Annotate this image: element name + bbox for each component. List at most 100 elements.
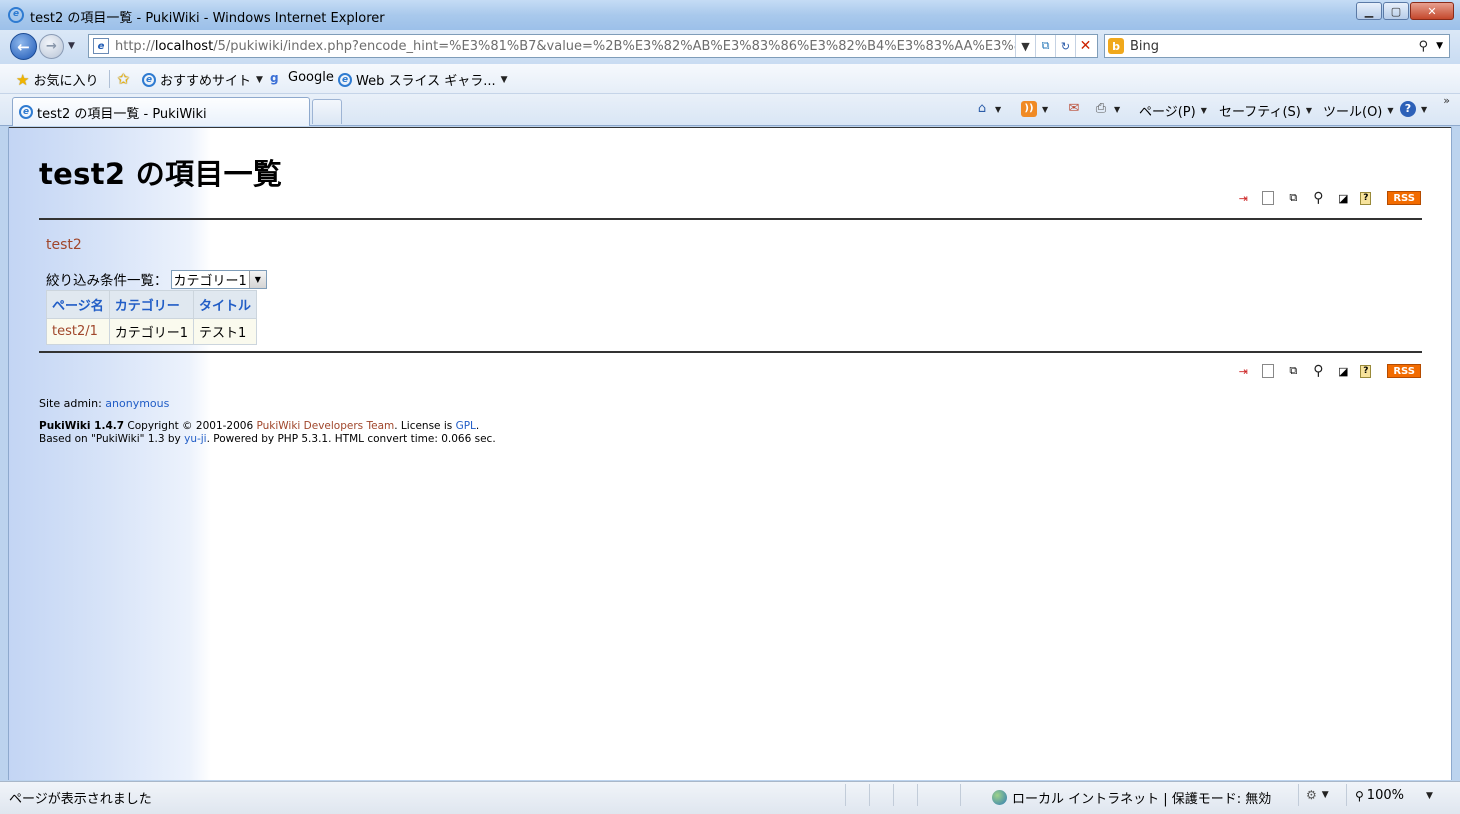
mail-button[interactable]: ✉ [1066,101,1082,117]
help-icon[interactable]: ? [1360,191,1372,205]
safety-menu-label: セーフティ(S) [1219,105,1301,120]
status-text: ページが表示されました [9,792,152,807]
favorite-item-google[interactable]: g Google [270,70,334,85]
table-row: test2/1 カテゴリー1 テスト1 [47,319,257,344]
feeds-button[interactable]: )) ▼ [1021,101,1048,117]
site-admin-link[interactable]: anonymous [105,397,169,410]
page-icon: e [93,38,109,54]
tools-menu[interactable]: ツール(O) ▼ [1323,101,1394,120]
cell-page-name: test2/1 [47,319,109,344]
favorites-button[interactable]: ★ お気に入り [16,70,98,90]
add-favorite-button[interactable]: ✩ [117,70,134,88]
dropdown-arrow-icon[interactable]: ▼ [1114,105,1120,114]
rss-icon[interactable]: RSS [1387,364,1421,378]
tab-current[interactable]: e test2 の項目一覧 - PukiWiki [12,97,310,126]
mail-icon: ✉ [1068,101,1080,116]
copyright-text: Copyright © 2001-2006 [124,420,257,432]
page-menu[interactable]: ページ(P) ▼ [1139,101,1207,120]
dropdown-arrow-icon[interactable]: ▼ [1042,105,1048,114]
search-box[interactable]: b Bing ⚲ ▼ [1104,34,1450,58]
page-title: test2 の項目一覧 [39,157,283,191]
help-icon: ? [1400,101,1416,117]
author-link[interactable]: yu-ji [184,433,207,445]
add-favorite-star-icon: ✩ [117,70,130,88]
page-link[interactable]: test2/1 [52,324,98,339]
refresh-icon[interactable]: ↻ [1055,35,1075,57]
table-header-row: ページ名 カテゴリー タイトル [47,291,257,318]
intranet-globe-icon [992,790,1007,805]
recent-changes-icon[interactable]: ◪ [1335,363,1351,379]
list-all-icon[interactable]: ⧉ [1285,190,1301,206]
cell-title: テスト1 [194,319,257,344]
help-menu[interactable]: ? ▼ [1400,101,1427,117]
home-button[interactable]: ⌂ ▼ [974,101,1001,117]
close-button[interactable]: ✕ [1410,2,1454,20]
window-controls: ▁ ▢ ✕ [1355,2,1454,20]
column-header-category[interactable]: カテゴリー [109,291,194,318]
status-divider [869,784,870,806]
compatibility-view-icon[interactable]: ⧉ [1035,35,1055,57]
favorite-item-label: Google [288,70,334,85]
list-all-icon[interactable]: ⧉ [1285,363,1301,379]
print-button[interactable]: ⎙ ▼ [1093,101,1120,117]
column-header-title[interactable]: タイトル [194,291,257,318]
zoom-level: 100% [1366,788,1404,803]
back-button[interactable]: ← [10,33,37,60]
url-field[interactable]: http://localhost/5/pukiwiki/index.php?en… [115,39,1015,54]
search-input[interactable]: Bing [1130,39,1419,54]
filter-row: 絞り込み条件一覧： カテゴリー1 ▼ [46,269,267,289]
search-options-dropdown-icon[interactable]: ▼ [1436,41,1443,51]
rss-icon[interactable]: RSS [1387,191,1421,205]
ie-logo-icon: e [8,7,24,23]
favorite-item-web-slice[interactable]: e Web スライス ギャラ... ▼ [338,70,508,89]
cell-category: カテゴリー1 [109,319,194,344]
help-icon[interactable]: ? [1360,364,1372,378]
search-icon[interactable]: ⚲ [1310,190,1326,206]
status-divider [893,784,894,806]
google-icon: g [270,70,279,85]
search-icon[interactable]: ⚲ [1419,39,1429,54]
site-admin: Site admin: anonymous [39,397,169,410]
recent-changes-icon[interactable]: ◪ [1335,190,1351,206]
gpl-link[interactable]: GPL [456,420,476,432]
favorites-bar: ★ お気に入り ✩ e おすすめサイト ▼ g Google e Web スライ… [0,64,1460,94]
tools-menu-label: ツール(O) [1323,105,1383,120]
stop-icon[interactable]: ✕ [1075,35,1095,57]
minimize-button[interactable]: ▁ [1356,2,1382,20]
dropdown-arrow-icon[interactable]: ▼ [995,105,1001,114]
footer: PukiWiki 1.4.7 Copyright © 2001-2006 Puk… [39,420,496,446]
filter-select-value: カテゴリー1 [173,273,247,289]
address-bar[interactable]: e http://localhost/5/pukiwiki/index.php?… [88,34,1098,58]
search-icon[interactable]: ⚲ [1310,363,1326,379]
more-chevron-icon[interactable]: » [1443,94,1450,107]
address-dropdown-icon[interactable]: ▼ [1015,35,1035,57]
security-zone[interactable]: ローカル イントラネット | 保護モード: 無効 [992,788,1271,807]
favorite-item-label: Web スライス ギャラ... [356,74,496,89]
recent-pages-dropdown-icon[interactable]: ▼ [68,41,75,51]
new-page-icon[interactable]: ⇥ [1235,190,1251,206]
new-tab-button[interactable] [312,99,342,124]
security-zone-label: ローカル イントラネット | 保護モード: 無効 [1012,792,1272,807]
forward-button[interactable]: → [39,34,64,59]
dropdown-arrow-icon: ▼ [1421,104,1428,114]
list-icon[interactable] [1260,363,1276,379]
license-end: . [475,420,480,432]
dropdown-arrow-icon: ▼ [1387,106,1394,115]
list-icon[interactable] [1260,190,1276,206]
dropdown-arrow-icon: ▼ [256,74,263,85]
window-title: test2 の項目一覧 - PukiWiki - Windows Interne… [30,11,385,26]
column-header-page-name[interactable]: ページ名 [47,291,109,318]
developers-team-link[interactable]: PukiWiki Developers Team [256,420,394,432]
zoom-icon: ⚲ [1355,788,1364,803]
status-bar: ページが表示されました ローカル イントラネット | 保護モード: 無効 ⚙ ▼… [0,781,1460,814]
status-tools-button[interactable]: ⚙ ▼ [1306,788,1329,802]
favorite-item-recommended[interactable]: e おすすめサイト ▼ [142,70,263,89]
breadcrumb-link[interactable]: test2 [46,237,82,253]
zoom-control[interactable]: ⚲ 100% ▼ [1355,788,1433,803]
maximize-button[interactable]: ▢ [1383,2,1409,20]
select-dropdown-icon[interactable]: ▼ [248,270,266,288]
filter-select[interactable]: カテゴリー1 ▼ [170,269,267,289]
powered-text: . Powered by PHP 5.3.1. HTML convert tim… [206,433,496,445]
new-page-icon[interactable]: ⇥ [1235,363,1251,379]
safety-menu[interactable]: セーフティ(S) ▼ [1219,101,1312,120]
